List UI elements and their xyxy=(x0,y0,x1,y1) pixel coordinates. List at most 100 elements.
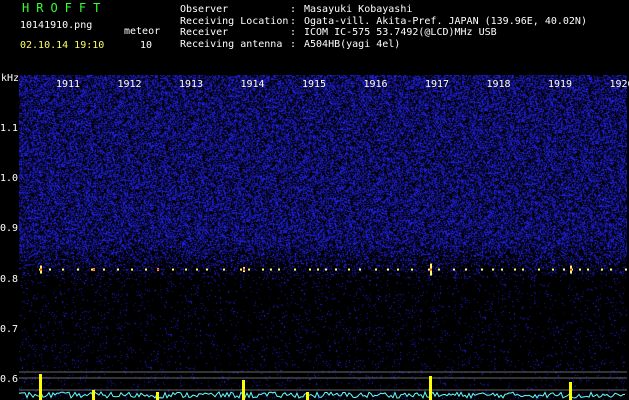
y-tick-label: 0.9 xyxy=(0,223,19,235)
info-key: Receiving antenna xyxy=(180,38,283,50)
x-tick-label: 1913 xyxy=(178,79,204,90)
x-tick-label: 1916 xyxy=(363,79,388,90)
echo-dot xyxy=(453,268,455,271)
level-peak xyxy=(156,392,159,400)
meteor-count: 10 xyxy=(140,40,153,51)
echo-dot xyxy=(185,268,187,271)
info-colon: : xyxy=(290,27,297,38)
echo-dot xyxy=(91,268,93,271)
info-colon: : xyxy=(290,4,297,15)
echo-dot xyxy=(481,268,483,271)
echo-dot xyxy=(309,268,311,271)
echo-dot xyxy=(438,268,440,271)
info-value: A504HB(yagi 4el) xyxy=(304,38,401,50)
echo-dot xyxy=(223,268,225,271)
echo-dot xyxy=(428,268,430,271)
echo-dot xyxy=(492,268,494,271)
level-peak xyxy=(429,376,432,400)
info-row-antenna: Receiving antenna: A504HB(yagi 4el) xyxy=(180,39,587,51)
echo-core xyxy=(243,268,245,271)
echo-dot xyxy=(335,268,337,271)
echo-dot xyxy=(206,268,208,271)
info-colon: : xyxy=(290,38,297,50)
echo-dot xyxy=(601,268,603,271)
echo-core xyxy=(570,268,572,271)
echo-dot xyxy=(587,268,589,271)
echo-dot xyxy=(145,268,147,271)
echo-dot xyxy=(522,268,524,271)
info-row-receiver: Receiver: ICOM IC-575 53.7492(@LCD)MHz US… xyxy=(180,27,587,39)
x-tick-label: 1920 xyxy=(609,79,629,90)
echo-dot xyxy=(397,268,399,271)
app-title: HROFFT xyxy=(22,1,108,15)
info-key: Receiver xyxy=(180,27,229,38)
echo-dot xyxy=(552,268,554,271)
info-row-observer: Observer: Masayuki Kobayashi xyxy=(180,4,587,16)
echo-dot xyxy=(131,268,133,271)
filename-label: 10141910.png xyxy=(20,20,93,31)
level-peak xyxy=(39,374,42,400)
echo-dot xyxy=(317,268,319,271)
echo-dot xyxy=(579,268,581,271)
echo-dot xyxy=(465,268,467,271)
echo-dot xyxy=(359,268,361,271)
echo-core xyxy=(157,268,159,271)
x-tick-label: 1911 xyxy=(55,79,81,90)
level-peak xyxy=(569,382,572,400)
x-tick-label: 1912 xyxy=(117,79,142,90)
echo-dot xyxy=(49,268,51,271)
echo-dot xyxy=(103,268,105,271)
info-key: Observer xyxy=(180,4,229,15)
y-tick-label: 0.6 xyxy=(0,374,19,385)
y-tick-label: 1.1 xyxy=(0,123,19,134)
echo-dot xyxy=(538,268,540,271)
echo-dot xyxy=(240,268,242,271)
datetime-label: 02.10.14 19:10 xyxy=(20,40,105,51)
echo-dot xyxy=(62,268,64,271)
x-tick-label: 1915 xyxy=(301,79,327,90)
info-key: Receiving Location xyxy=(180,15,289,27)
echo-dot xyxy=(262,268,264,271)
level-peak xyxy=(306,392,309,400)
info-row-location: Receiving Location: Ogata-vill. Akita-Pre… xyxy=(180,16,587,28)
x-tick-label: 1918 xyxy=(486,79,511,90)
level-trace xyxy=(19,390,626,400)
echo-dot xyxy=(501,268,503,271)
echo-dot xyxy=(172,268,174,271)
info-value: Masayuki Kobayashi xyxy=(304,4,413,15)
x-tick-label: 1919 xyxy=(547,79,573,90)
level-peak xyxy=(242,380,245,400)
info-value: Ogata-vill. Akita-Pref. JAPAN (139.96E, … xyxy=(304,15,587,27)
meteor-label: meteor xyxy=(124,26,161,37)
level-peak xyxy=(92,390,95,400)
echo-core xyxy=(40,268,42,271)
x-tick-label: 1914 xyxy=(240,79,265,90)
echo-dot xyxy=(278,268,280,271)
y-tick-label: 0.8 xyxy=(0,273,19,285)
echo-dot xyxy=(411,268,413,271)
echo-dot xyxy=(196,268,198,271)
echo-dot xyxy=(325,268,327,271)
echo-dot xyxy=(387,268,389,271)
echo-dot xyxy=(514,268,516,271)
info-value: ICOM IC-575 53.7492(@LCD)MHz USB xyxy=(304,27,497,38)
info-colon: : xyxy=(290,15,297,27)
echo-dot xyxy=(375,268,377,271)
station-info: Observer: Masayuki Kobayashi Receiving Lo… xyxy=(180,4,587,50)
echo-dot xyxy=(625,268,627,271)
echo-dot xyxy=(563,268,565,271)
y-axis-unit: kHz xyxy=(1,73,20,84)
echo-core xyxy=(93,268,95,271)
echo-dot xyxy=(270,268,272,271)
y-tick-label: 1.0 xyxy=(0,173,19,185)
x-tick-label: 1917 xyxy=(424,79,450,90)
y-tick-label: 0.7 xyxy=(0,323,19,335)
echo-dot xyxy=(248,268,250,271)
spectrogram-overlay xyxy=(19,263,627,400)
echo-dot xyxy=(77,268,79,271)
echo-core xyxy=(430,268,432,271)
echo-dot xyxy=(610,268,612,271)
echo-dot xyxy=(117,268,119,271)
echo-dot xyxy=(348,268,350,271)
echo-dot xyxy=(294,268,296,271)
